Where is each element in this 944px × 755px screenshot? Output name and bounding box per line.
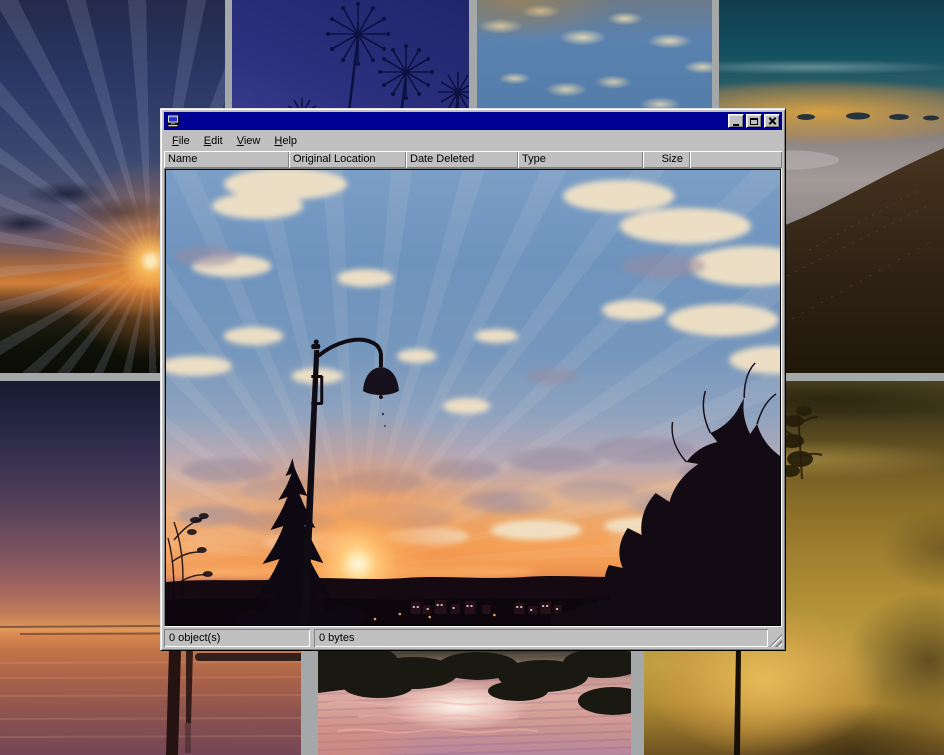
photo-graphic (166, 170, 780, 625)
column-header-filler (690, 151, 782, 168)
screen: File Edit View Help Name Original Locati… (0, 0, 944, 755)
resize-grip[interactable] (769, 634, 782, 647)
window-titlebar[interactable] (164, 112, 782, 130)
maximize-icon (750, 118, 758, 125)
menu-help[interactable]: Help (267, 132, 304, 150)
menu-bar: File Edit View Help (164, 130, 782, 151)
status-total-size: 0 bytes (314, 629, 768, 647)
close-icon (768, 117, 777, 126)
minimize-button[interactable] (728, 114, 744, 128)
menu-edit[interactable]: Edit (197, 132, 230, 150)
column-header-size[interactable]: Size (643, 151, 690, 168)
column-header-row: Name Original Location Date Deleted Type… (164, 151, 782, 168)
column-header-name[interactable]: Name (164, 151, 289, 168)
column-header-original-location[interactable]: Original Location (289, 151, 406, 168)
column-header-type[interactable]: Type (518, 151, 643, 168)
column-header-date-deleted[interactable]: Date Deleted (406, 151, 518, 168)
status-object-count: 0 object(s) (164, 629, 310, 647)
menu-file[interactable]: File (165, 132, 197, 150)
close-button[interactable] (764, 114, 780, 128)
computer-icon (166, 114, 180, 128)
window-controls (728, 114, 780, 128)
menu-view[interactable]: View (230, 132, 268, 150)
recycle-bin-window: File Edit View Help Name Original Locati… (160, 108, 786, 651)
minimize-icon (733, 124, 739, 126)
file-list-area[interactable] (164, 168, 782, 627)
maximize-button[interactable] (746, 114, 762, 128)
status-bar: 0 object(s) 0 bytes (164, 627, 782, 647)
sunset-streetlamp-photo (166, 170, 780, 625)
